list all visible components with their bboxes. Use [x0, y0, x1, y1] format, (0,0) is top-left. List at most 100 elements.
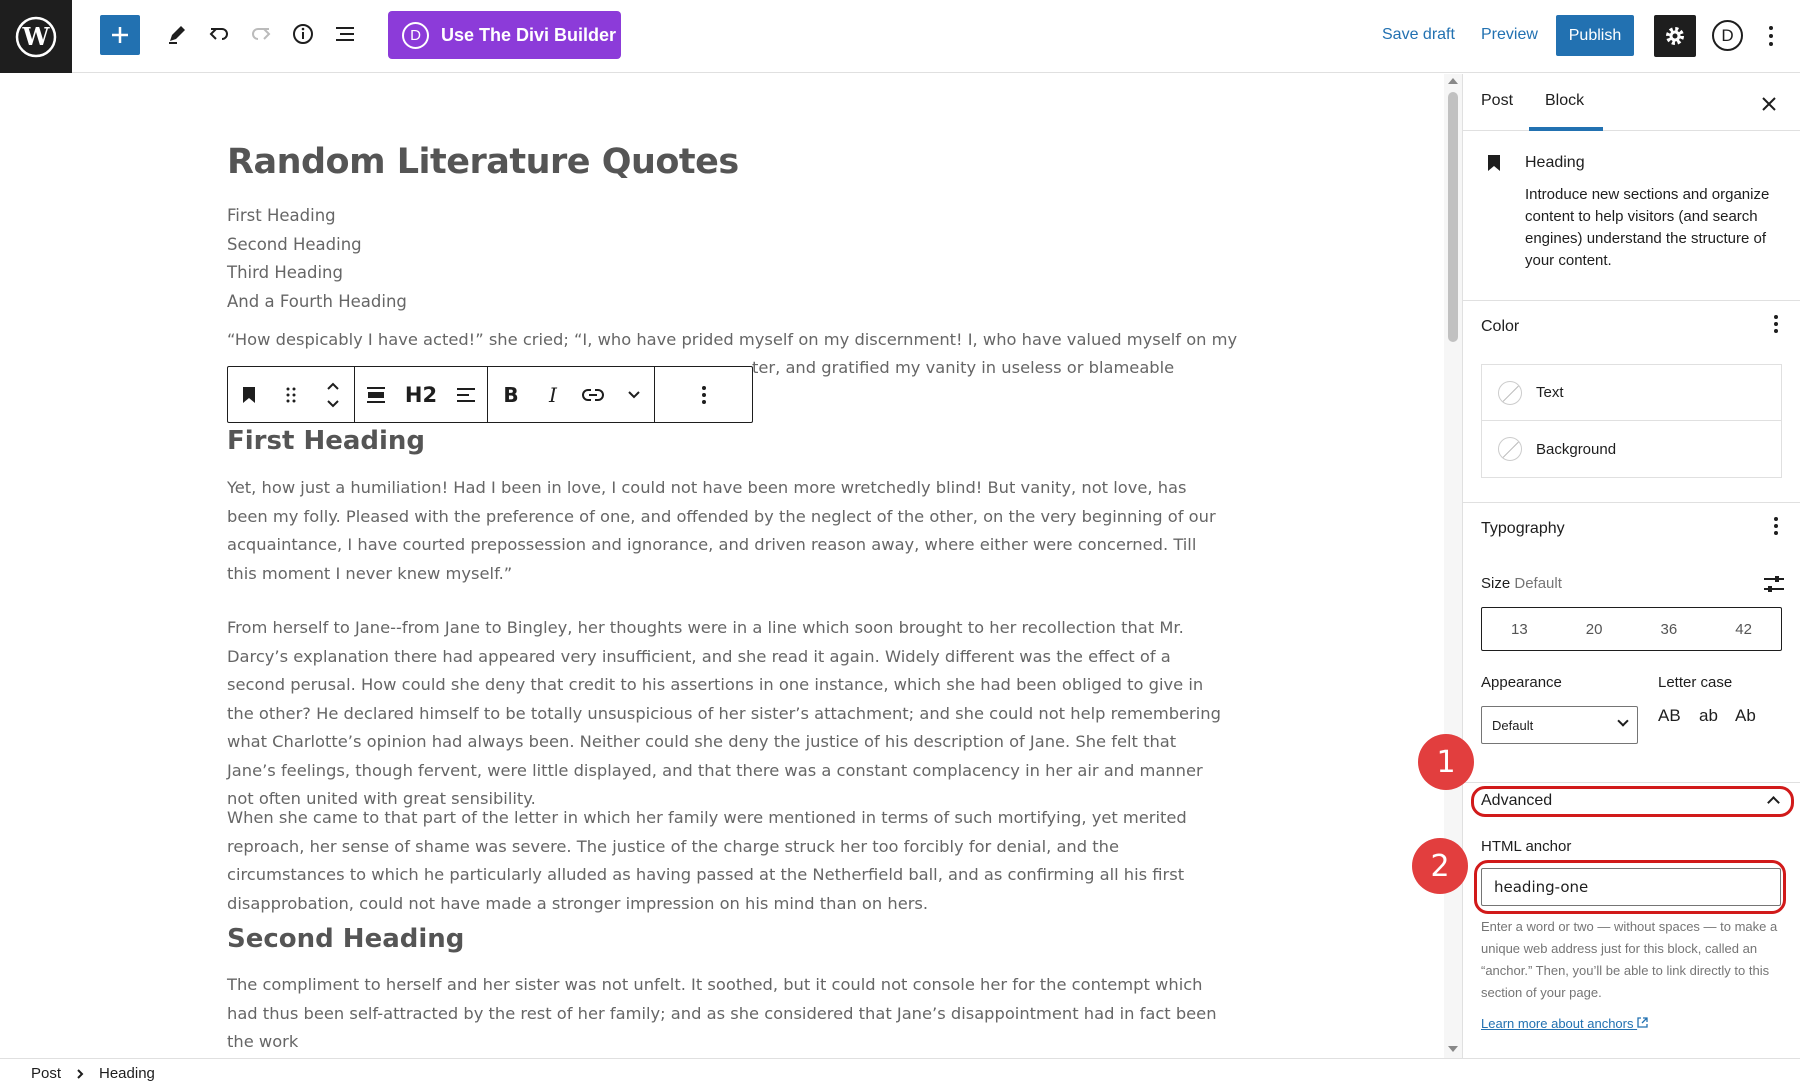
learn-more-anchors-link[interactable]: Learn more about anchors	[1481, 1016, 1648, 1031]
link-button[interactable]	[572, 367, 614, 422]
wordpress-logo-button[interactable]: W	[0, 0, 72, 73]
divi-user-button[interactable]: D	[1712, 20, 1743, 51]
table-of-contents: First Heading Second Heading Third Headi…	[227, 202, 407, 316]
toc-item[interactable]: Second Heading	[227, 231, 407, 260]
drag-handle[interactable]	[270, 367, 312, 422]
redo-button[interactable]	[240, 13, 282, 55]
block-toolbar-group: H2	[355, 367, 488, 422]
typography-options-button[interactable]	[1773, 516, 1779, 542]
plus-icon	[110, 25, 130, 45]
svg-text:W: W	[22, 22, 51, 51]
toc-item[interactable]: Third Heading	[227, 259, 407, 288]
uppercase-button[interactable]: AB	[1658, 706, 1681, 726]
block-type-button[interactable]	[228, 367, 270, 422]
font-size-label: Size Default	[1481, 575, 1562, 592]
close-sidebar-button[interactable]	[1761, 92, 1777, 118]
chevron-down-icon	[1617, 715, 1628, 726]
publish-button[interactable]: Publish	[1556, 15, 1634, 56]
callout-badge: 2	[1412, 838, 1468, 894]
use-divi-builder-button[interactable]: D Use The Divi Builder	[388, 11, 621, 59]
block-toolbar: H2 B I	[227, 366, 753, 423]
editor-canvas: Random Literature Quotes First Heading S…	[0, 74, 1444, 1058]
appearance-label: Appearance	[1481, 674, 1562, 691]
color-options-button[interactable]	[1773, 314, 1779, 340]
typography-panel-title: Typography	[1481, 520, 1565, 538]
block-options-button[interactable]	[683, 367, 725, 422]
paragraph-block[interactable]: When she came to that part of the letter…	[227, 804, 1227, 918]
list-view-button[interactable]	[324, 13, 366, 55]
font-size-option[interactable]: 42	[1706, 608, 1781, 650]
divi-button-label: Use The Divi Builder	[441, 25, 616, 46]
paragraph-block-continuation[interactable]: ter, and gratified my vanity in useless …	[752, 354, 1152, 383]
appearance-value: Default	[1492, 718, 1533, 733]
callout-badge: 1	[1418, 734, 1474, 790]
html-anchor-help: Enter a word or two — without spaces — t…	[1481, 916, 1786, 1004]
custom-size-sliders-icon[interactable]	[1763, 574, 1785, 594]
bold-button[interactable]: B	[488, 367, 534, 422]
align-wide-icon	[366, 386, 386, 404]
block-card-title: Heading	[1525, 154, 1585, 172]
link-icon	[582, 388, 604, 402]
post-title[interactable]: Random Literature Quotes	[227, 142, 739, 182]
color-panel-title: Color	[1481, 318, 1519, 336]
options-kebab-icon[interactable]	[1764, 22, 1778, 50]
preview-button[interactable]: Preview	[1481, 26, 1538, 44]
font-size-option[interactable]: 20	[1557, 608, 1632, 650]
text-align-button[interactable]	[445, 367, 487, 422]
close-icon	[1761, 96, 1777, 112]
chevron-down-icon	[627, 390, 641, 400]
capitalize-button[interactable]: Ab	[1735, 706, 1756, 726]
block-breadcrumb: Post Heading	[0, 1058, 1800, 1086]
breadcrumb-item[interactable]: Post	[31, 1065, 61, 1082]
tab-post[interactable]: Post	[1481, 92, 1513, 110]
block-toolbar-group	[655, 367, 752, 422]
toc-item[interactable]: First Heading	[227, 202, 407, 231]
details-button[interactable]	[282, 13, 324, 55]
heading-level-button[interactable]: H2	[397, 367, 445, 422]
text-color-label: Text	[1536, 384, 1564, 401]
italic-button[interactable]: I	[534, 367, 572, 422]
font-size-picker: 13 20 36 42	[1481, 607, 1782, 651]
settings-button[interactable]	[1654, 15, 1696, 57]
redo-icon	[250, 23, 272, 45]
more-rich-text-button[interactable]	[614, 367, 654, 422]
scroll-down-arrow-icon[interactable]	[1448, 1046, 1458, 1052]
sidebar-tabs: Post Block	[1463, 74, 1800, 131]
lowercase-button[interactable]: ab	[1699, 706, 1718, 726]
learn-more-anchors-text: Learn more about anchors	[1481, 1016, 1633, 1031]
heading-block[interactable]: Second Heading	[227, 924, 464, 954]
text-color-option[interactable]: Text	[1482, 365, 1781, 421]
kebab-icon	[1773, 314, 1779, 334]
paragraph-text: “How despicably I have acted!” she cried…	[227, 330, 1237, 349]
list-view-icon	[334, 23, 356, 45]
paragraph-block[interactable]: From herself to Jane--from Jane to Bingl…	[227, 614, 1227, 814]
move-up-down-button[interactable]	[312, 367, 354, 422]
appearance-select[interactable]: Default	[1481, 706, 1638, 744]
scroll-up-arrow-icon[interactable]	[1448, 78, 1458, 84]
undo-button[interactable]	[198, 13, 240, 55]
background-color-option[interactable]: Background	[1482, 421, 1781, 477]
add-block-button[interactable]	[100, 15, 140, 55]
callout-highlight-anchor	[1474, 860, 1786, 914]
save-draft-button[interactable]: Save draft	[1382, 26, 1455, 44]
tools-button[interactable]	[156, 13, 198, 55]
tab-block[interactable]: Block	[1545, 92, 1584, 110]
editor-scrollbar-thumb[interactable]	[1448, 92, 1458, 342]
toc-item[interactable]: And a Fourth Heading	[227, 288, 407, 317]
divi-logo-icon: D	[402, 22, 429, 49]
align-button[interactable]	[355, 367, 397, 422]
kebab-icon	[1773, 516, 1779, 536]
heading-block-selected[interactable]: First Heading	[227, 426, 425, 456]
font-size-option[interactable]: 36	[1632, 608, 1707, 650]
paragraph-block[interactable]: Yet, how just a humiliation! Had I been …	[227, 474, 1227, 588]
font-size-option[interactable]: 13	[1482, 608, 1557, 650]
paragraph-block[interactable]: “How despicably I have acted!” she cried…	[227, 326, 1227, 355]
paragraph-block[interactable]: The compliment to herself and her sister…	[227, 971, 1227, 1057]
wordpress-icon: W	[15, 16, 57, 58]
info-icon	[292, 23, 314, 45]
letter-case-label: Letter case	[1658, 674, 1732, 691]
breadcrumb-item[interactable]: Heading	[99, 1065, 155, 1082]
gear-icon	[1664, 25, 1686, 47]
color-options-group: Text Background	[1481, 364, 1782, 478]
pencil-icon	[166, 23, 188, 45]
